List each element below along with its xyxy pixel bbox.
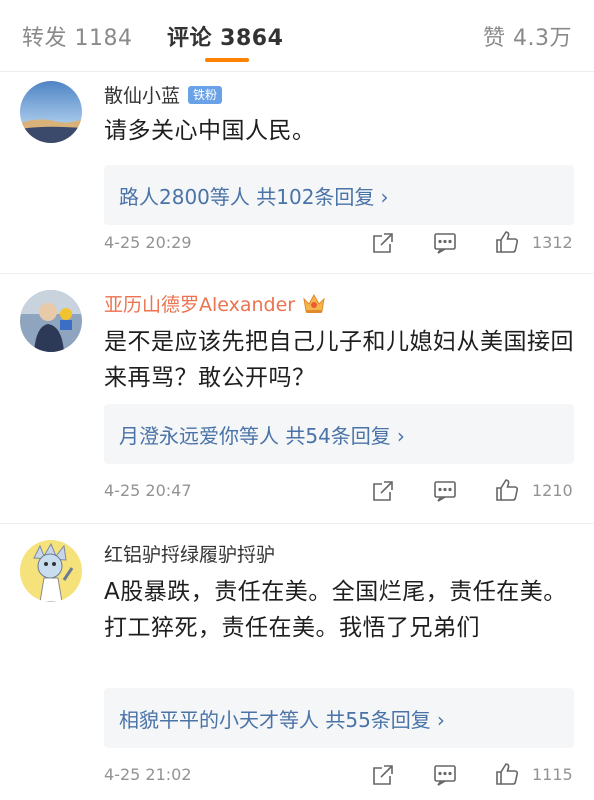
comment-text: 是不是应该先把自己儿子和儿媳妇从美国接回来再骂？敢公开吗？ (104, 329, 574, 391)
comment-icon[interactable] (432, 478, 458, 504)
share-icon[interactable] (370, 762, 396, 788)
chevron-right-icon: › (436, 708, 445, 732)
like-count: 1210 (532, 481, 573, 500)
active-tab-indicator (205, 58, 249, 62)
thumbs-up-icon[interactable] (494, 761, 520, 787)
reply-summary-text[interactable]: 相貌平平的小天才等人 共55条回复 (119, 708, 431, 732)
comment-item: 散仙小蓝 铁粉 请多关心中国人民。 路人2800等人 共102条回复 › 4-25 … (0, 73, 594, 273)
chevron-right-icon: › (380, 185, 389, 209)
comment-time: 4-25 20:29 (104, 233, 192, 252)
username[interactable]: 散仙小蓝 铁粉 (104, 81, 223, 108)
comment-time: 4-25 20:47 (104, 481, 192, 500)
like-count: 1115 (532, 765, 573, 784)
share-icon[interactable] (370, 478, 396, 504)
reply-summary[interactable]: 相貌平平的小天才等人 共55条回复 › (104, 688, 574, 748)
comment-item: 红铝驴捋绿履驴捋驴 A股暴跌，责任在美。全国烂尾，责任在美。打工猝死，责任在美。… (0, 523, 594, 800)
like-count: 1312 (532, 233, 573, 252)
reply-summary-text[interactable]: 月澄永远爱你等人 共54条回复 (119, 424, 391, 448)
reply-summary[interactable]: 月澄永远爱你等人 共54条回复 › (104, 404, 574, 464)
share-icon[interactable] (370, 230, 396, 256)
reply-summary[interactable]: 路人2800等人 共102条回复 › (104, 165, 574, 225)
comment-tabs: 转发 1184 评论 3864 赞 4.3万 (0, 0, 594, 72)
comment-time: 4-25 21:02 (104, 765, 192, 784)
thumbs-up-icon[interactable] (494, 477, 520, 503)
comment-icon[interactable] (432, 230, 458, 256)
chevron-right-icon: › (396, 424, 405, 448)
crown-icon (301, 292, 327, 314)
comment-item: 亚历山德罗Alexander 是不是应该先把自己儿子和儿媳妇从美国接回来再骂？敢… (0, 273, 594, 523)
thumbs-up-icon[interactable] (494, 229, 520, 255)
avatar[interactable] (20, 540, 82, 602)
username[interactable]: 红铝驴捋绿履驴捋驴 (104, 540, 275, 567)
avatar[interactable] (20, 81, 82, 143)
comment-icon[interactable] (432, 762, 458, 788)
username[interactable]: 亚历山德罗Alexander (104, 290, 327, 317)
tab-likes[interactable]: 赞 4.3万 (483, 20, 572, 52)
comment-text: 请多关心中国人民。 (104, 118, 316, 144)
fan-badge: 铁粉 (188, 86, 223, 104)
tab-repost[interactable]: 转发 1184 (22, 20, 132, 52)
tab-comments[interactable]: 评论 3864 (167, 20, 283, 52)
reply-summary-text[interactable]: 路人2800等人 共102条回复 (119, 185, 374, 209)
avatar[interactable] (20, 290, 82, 352)
comment-text: A股暴跌，责任在美。全国烂尾，责任在美。打工猝死，责任在美。我悟了兄弟们 (104, 579, 567, 641)
